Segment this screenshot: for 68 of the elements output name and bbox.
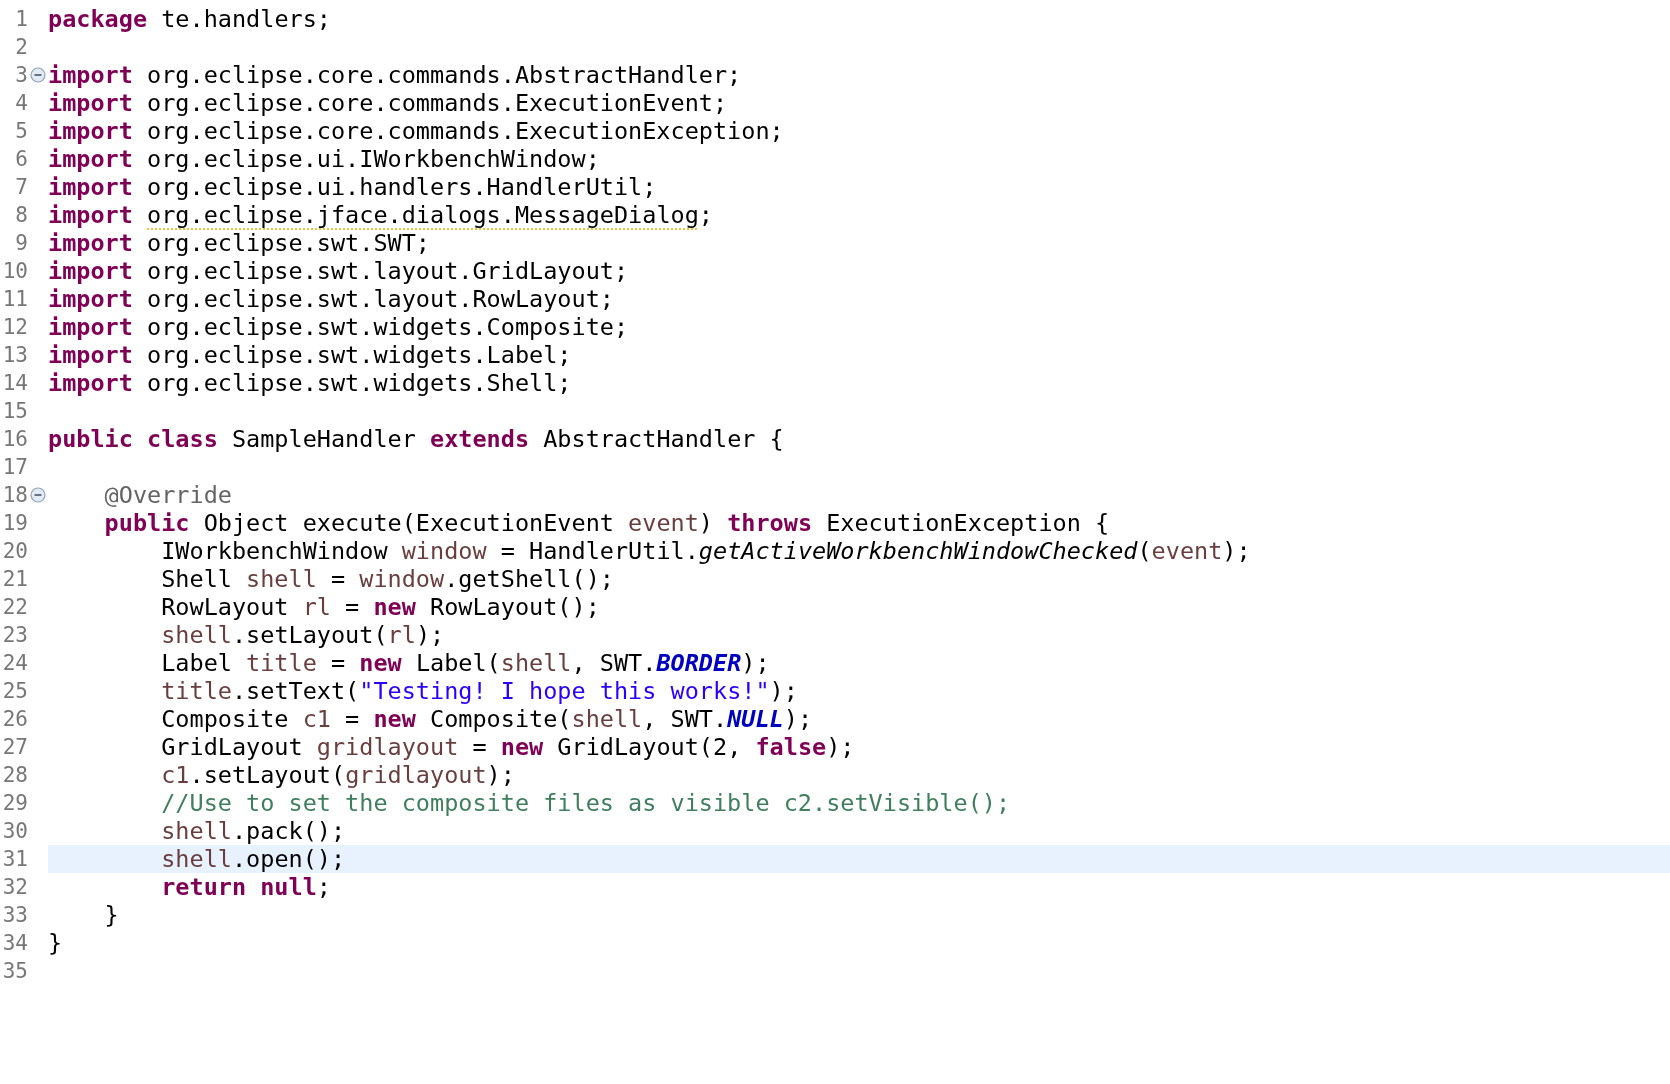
- line-number: 9: [14, 231, 28, 255]
- code-line: import org.eclipse.swt.layout.RowLayout;: [48, 285, 614, 313]
- line-number: 20: [1, 539, 28, 563]
- code-line: shell.setLayout(rl);: [160, 621, 445, 649]
- line-number: 5: [14, 119, 28, 143]
- line-number: 18: [1, 483, 28, 507]
- code-line: import org.eclipse.ui.handlers.HandlerUtil;: [48, 173, 657, 201]
- line-number: 29: [1, 791, 28, 815]
- code-line: shell.open();: [160, 845, 346, 873]
- line-number: 27: [1, 735, 28, 759]
- code-line: @Override: [103, 481, 232, 509]
- code-line: //Use to set the composite files as visible c2.setVisible();: [160, 789, 1011, 817]
- line-number: 16: [1, 427, 28, 451]
- line-number: 19: [1, 511, 28, 535]
- line-number: 1: [14, 7, 28, 31]
- code-line: RowLayout rl = new RowLayout();: [160, 593, 600, 621]
- code-line: IWorkbenchWindow window = HandlerUtil.getActiveWorkbenchWindowChecked(event);: [160, 537, 1251, 565]
- line-number: 32: [1, 875, 28, 899]
- code-line: Composite c1 = new Composite(shell, SWT.NULL);: [160, 705, 813, 733]
- line-number: 17: [1, 455, 28, 479]
- line-number: 22: [1, 595, 28, 619]
- line-number: 30: [1, 819, 28, 843]
- line-number: 35: [1, 959, 28, 983]
- code-line: return null;: [160, 873, 331, 901]
- line-number: 10: [1, 259, 28, 283]
- line-number: 11: [1, 287, 28, 311]
- code-line: import org.eclipse.swt.layout.GridLayout;: [48, 257, 629, 285]
- code-line: import org.eclipse.core.commands.ExecutionException;: [48, 117, 784, 145]
- code-line: import org.eclipse.swt.SWT;: [48, 229, 430, 257]
- line-number: 34: [1, 931, 28, 955]
- line-number: 21: [1, 567, 28, 591]
- code-line: import org.eclipse.jface.dialogs.MessageDialog;: [48, 201, 713, 229]
- line-number: 33: [1, 903, 28, 927]
- code-line: GridLayout gridlayout = new GridLayout(2, false);: [160, 733, 855, 761]
- line-number: 6: [14, 147, 28, 171]
- line-number: 4: [14, 91, 28, 115]
- code-line: c1.setLayout(gridlayout);: [160, 761, 515, 789]
- code-line: import org.eclipse.swt.widgets.Shell;: [48, 369, 572, 397]
- line-number: 7: [14, 175, 28, 199]
- code-line: public Object execute(ExecutionEvent event) throws ExecutionException {: [103, 509, 1110, 537]
- line-number: 31: [1, 847, 28, 871]
- line-number: 23: [1, 623, 28, 647]
- line-number: 3: [14, 63, 28, 87]
- code-line: import org.eclipse.core.commands.AbstractHandler;: [48, 61, 742, 89]
- code-line: Label title = new Label(shell, SWT.BORDER);: [160, 649, 770, 677]
- code-line: public class SampleHandler extends AbstractHandler {: [48, 425, 784, 453]
- line-number: 2: [14, 35, 28, 59]
- line-number: 25: [1, 679, 28, 703]
- code-line: import org.eclipse.ui.IWorkbenchWindow;: [48, 145, 600, 173]
- line-number: 12: [1, 315, 28, 339]
- code-line: }: [103, 901, 119, 929]
- line-number: 13: [1, 343, 28, 367]
- code-line: Shell shell = window.getShell();: [160, 565, 614, 593]
- line-number: 28: [1, 763, 28, 787]
- line-number: 8: [14, 203, 28, 227]
- code-line: import org.eclipse.swt.widgets.Composite;: [48, 313, 629, 341]
- collapse-icon[interactable]: [30, 487, 46, 503]
- line-number: 14: [1, 371, 28, 395]
- line-number: 15: [1, 399, 28, 423]
- code-line: }: [48, 929, 63, 957]
- code-line: import org.eclipse.core.commands.ExecutionEvent;: [48, 89, 728, 117]
- line-number: 26: [1, 707, 28, 731]
- code-line: package te.handlers;: [48, 5, 331, 33]
- collapse-icon[interactable]: [30, 67, 46, 83]
- code-line: shell.pack();: [160, 817, 346, 845]
- code-line: import org.eclipse.swt.widgets.Label;: [48, 341, 572, 369]
- code-line: title.setText("Testing! I hope this works!");: [160, 677, 798, 705]
- line-number: 24: [1, 651, 28, 675]
